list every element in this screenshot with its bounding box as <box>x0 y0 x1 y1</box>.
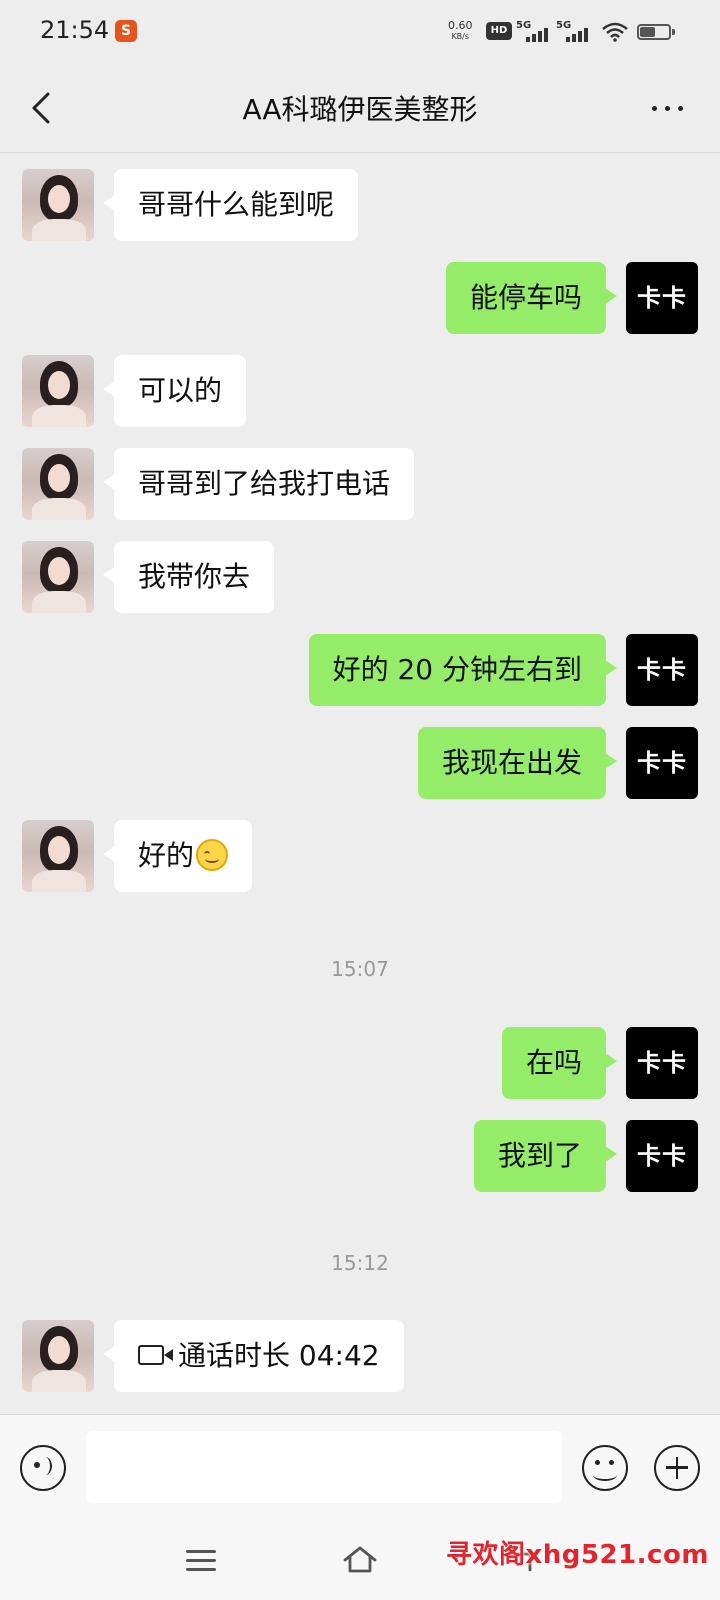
incoming-message[interactable]: 我带你去 <box>102 541 275 613</box>
contact-avatar[interactable] <box>22 541 94 613</box>
message-row: 好的 20 分钟左右到 卡卡 <box>0 634 720 706</box>
message-row: 我现在出发 卡卡 <box>0 727 720 799</box>
emoji-icon[interactable] <box>582 1445 628 1491</box>
network-speed: 0.60 KB/s <box>448 20 473 42</box>
self-avatar[interactable]: 卡卡 <box>626 262 698 334</box>
incoming-message[interactable]: 好的 <box>102 820 253 892</box>
input-bar <box>0 1414 720 1521</box>
message-row: 我到了 卡卡 <box>0 1120 720 1192</box>
contact-avatar[interactable] <box>22 355 94 427</box>
more-options-icon[interactable] <box>648 92 688 122</box>
video-call-icon <box>138 1345 173 1365</box>
incoming-message[interactable]: 可以的 <box>102 355 247 427</box>
message-row: 在吗 卡卡 <box>0 1027 720 1099</box>
call-duration-text: 通话时长 04:42 <box>178 1339 380 1372</box>
outgoing-message[interactable]: 我到了 <box>473 1120 618 1192</box>
outgoing-message[interactable]: 我现在出发 <box>417 727 618 799</box>
status-bar: 21:54 S 0.60 KB/s HD 5G 5G <box>0 0 720 66</box>
network-speed-value: 0.60 <box>448 19 473 32</box>
video-call-record[interactable]: 通话时长 04:42 <box>103 1320 404 1392</box>
message-row: 通话时长 04:42 <box>0 1320 720 1392</box>
app-notification-icon: S <box>115 20 137 42</box>
hd-icon: HD <box>486 22 512 40</box>
signal-2-label: 5G <box>556 20 572 31</box>
menu-icon[interactable] <box>186 1550 216 1572</box>
battery-icon <box>637 24 675 40</box>
outgoing-message[interactable]: 好的 20 分钟左右到 <box>308 634 618 706</box>
signal-icon-2: 5G <box>556 20 590 42</box>
message-row: 哥哥什么能到呢 <box>0 169 720 241</box>
outgoing-message[interactable]: 在吗 <box>501 1027 618 1099</box>
smile-emoji-icon <box>196 839 229 871</box>
contact-avatar[interactable] <box>22 1320 94 1392</box>
incoming-message[interactable]: 哥哥到了给我打电话 <box>102 448 415 520</box>
self-avatar[interactable]: 卡卡 <box>626 1027 698 1099</box>
chat-header: AA科璐伊医美整形 <box>0 66 720 153</box>
message-row: 可以的 <box>0 355 720 427</box>
self-avatar[interactable]: 卡卡 <box>626 634 698 706</box>
contact-avatar[interactable] <box>22 448 94 520</box>
self-avatar[interactable]: 卡卡 <box>626 1120 698 1192</box>
status-time: 21:54 <box>40 16 110 44</box>
voice-icon[interactable] <box>20 1445 66 1491</box>
signal-1-label: 5G <box>516 20 532 31</box>
chat-timestamp: 15:12 <box>331 1251 389 1275</box>
outgoing-message[interactable]: 能停车吗 <box>445 262 618 334</box>
message-row: 我带你去 <box>0 541 720 613</box>
plus-icon[interactable] <box>654 1445 700 1491</box>
self-avatar[interactable]: 卡卡 <box>626 727 698 799</box>
network-speed-unit: KB/s <box>451 32 470 41</box>
message-input[interactable] <box>86 1431 562 1503</box>
contact-avatar[interactable] <box>22 820 94 892</box>
message-row: 好的 <box>0 820 720 892</box>
signal-icon-1: 5G <box>516 20 550 42</box>
chat-timestamp: 15:07 <box>331 957 389 981</box>
wifi-icon <box>602 22 628 42</box>
message-row: 能停车吗 卡卡 <box>0 262 720 334</box>
incoming-message[interactable]: 哥哥什么能到呢 <box>102 169 359 241</box>
chat-title: AA科璐伊医美整形 <box>242 93 478 126</box>
incoming-message-text: 好的 <box>138 839 195 872</box>
contact-avatar[interactable] <box>22 169 94 241</box>
message-row: 哥哥到了给我打电话 <box>0 448 720 520</box>
home-icon[interactable] <box>342 1544 378 1574</box>
watermark: 寻欢阁xhg521.com <box>446 1540 709 1570</box>
